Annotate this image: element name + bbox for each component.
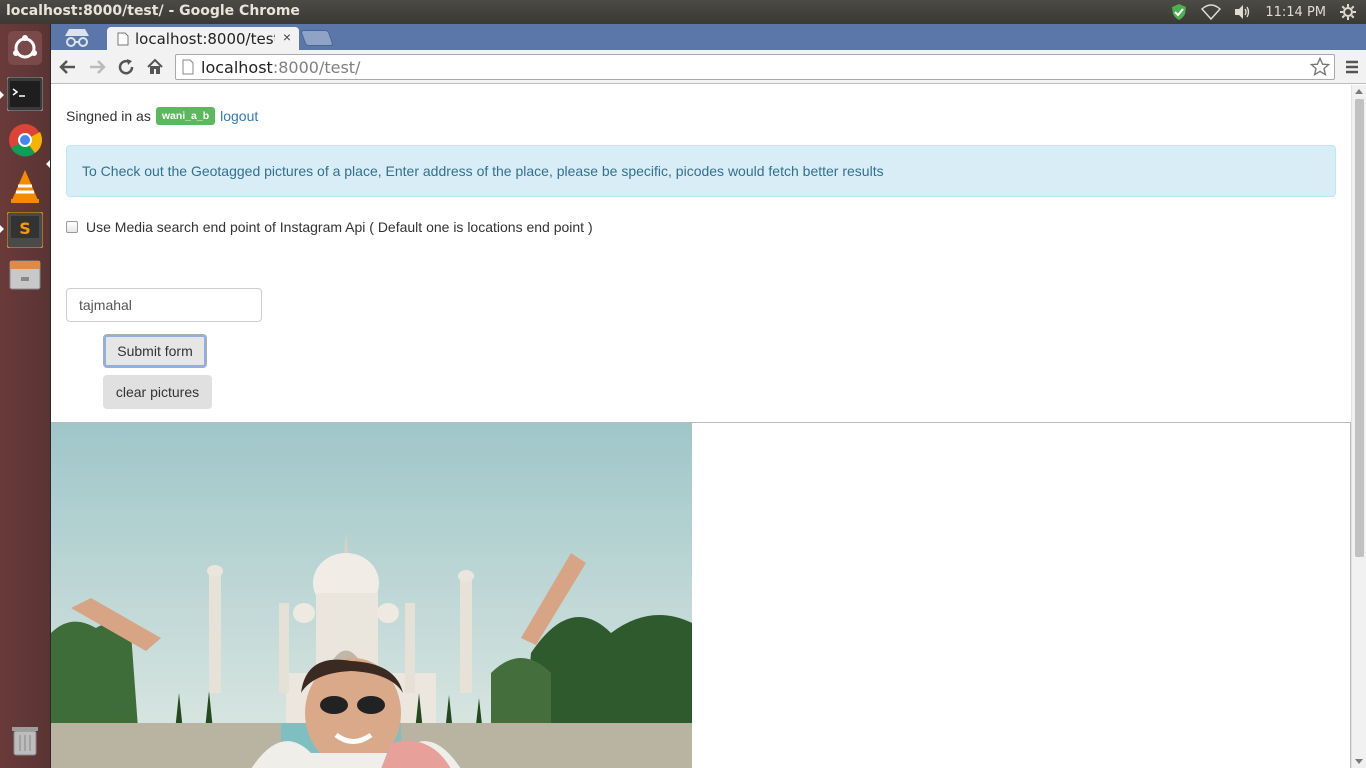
vlc-icon[interactable] (5, 166, 45, 206)
incognito-icon (57, 24, 97, 50)
page-icon (182, 59, 194, 80)
url-path: :8000/test/ (272, 58, 361, 77)
wifi-icon[interactable] (1201, 2, 1222, 22)
tab-close-icon[interactable]: × (283, 29, 291, 45)
signed-in-bar: Singned in as wani_a_b logout (66, 107, 258, 125)
tab-title: localhost:8000/test/ (135, 29, 275, 48)
url-host: localhost (201, 58, 273, 77)
address-input[interactable] (66, 288, 262, 322)
address-bar[interactable]: localhost:8000/test/ (175, 54, 1335, 80)
page-scrollbar[interactable] (1351, 85, 1366, 768)
ubuntu-dash-icon[interactable] (5, 28, 45, 68)
back-arrow-icon[interactable] (57, 56, 79, 78)
window-title: localhost:8000/test/ - Google Chrome (6, 3, 300, 19)
logout-link[interactable]: logout (220, 108, 258, 124)
media-search-checkbox[interactable] (66, 221, 78, 233)
scroll-thumb[interactable] (1355, 99, 1364, 557)
page-icon (117, 32, 129, 45)
bookmark-star-icon[interactable] (1309, 56, 1331, 82)
signed-in-label: Singned in as (66, 108, 151, 124)
chrome-window: localhost:8000/test/ × localhost:8000/te… (51, 24, 1366, 768)
active-indicator (0, 91, 4, 99)
reload-icon[interactable] (115, 56, 137, 78)
scroll-down-arrow-icon[interactable] (1355, 759, 1363, 764)
browser-toolbar: localhost:8000/test/ (51, 50, 1366, 84)
forward-arrow-icon[interactable] (86, 56, 108, 78)
sublime-text-icon[interactable]: S (5, 210, 45, 250)
update-shield-icon[interactable] (1169, 2, 1189, 22)
geotagged-photo[interactable] (51, 423, 692, 768)
volume-icon[interactable] (1233, 2, 1253, 22)
username-badge: wani_a_b (155, 107, 216, 125)
chrome-icon[interactable] (5, 120, 45, 160)
svg-text:S: S (19, 219, 31, 238)
home-icon[interactable] (144, 56, 166, 78)
chrome-menu-icon[interactable] (1342, 57, 1362, 77)
tab-active[interactable]: localhost:8000/test/ × (107, 27, 299, 50)
submit-form-button[interactable]: Submit form (103, 334, 207, 368)
info-alert: To Check out the Geotagged pictures of a… (66, 145, 1336, 197)
terminal-icon[interactable] (5, 74, 45, 114)
pictures-gallery (51, 422, 1351, 768)
os-top-panel: localhost:8000/test/ - Google Chrome 11:… (0, 0, 1366, 24)
focused-indicator (46, 160, 50, 168)
running-indicator (0, 225, 4, 233)
taj-mahal-photo-image (51, 423, 692, 768)
url-text: localhost:8000/test/ (201, 58, 360, 77)
system-tray: 11:14 PM (1169, 2, 1358, 22)
new-tab-button[interactable] (300, 30, 334, 46)
media-search-option: Use Media search end point of Instagram … (66, 219, 593, 235)
settings-gear-icon[interactable] (1338, 2, 1358, 22)
unity-launcher: S (0, 24, 51, 768)
files-icon[interactable] (5, 254, 45, 294)
trash-icon[interactable] (5, 720, 45, 760)
clock[interactable]: 11:14 PM (1265, 5, 1326, 20)
page-viewport: Singned in as wani_a_b logout To Check o… (51, 85, 1366, 768)
tab-strip: localhost:8000/test/ × (51, 24, 1366, 50)
clear-pictures-button[interactable]: clear pictures (103, 375, 212, 409)
scroll-up-arrow-icon[interactable] (1355, 89, 1363, 94)
media-search-label[interactable]: Use Media search end point of Instagram … (86, 219, 593, 235)
